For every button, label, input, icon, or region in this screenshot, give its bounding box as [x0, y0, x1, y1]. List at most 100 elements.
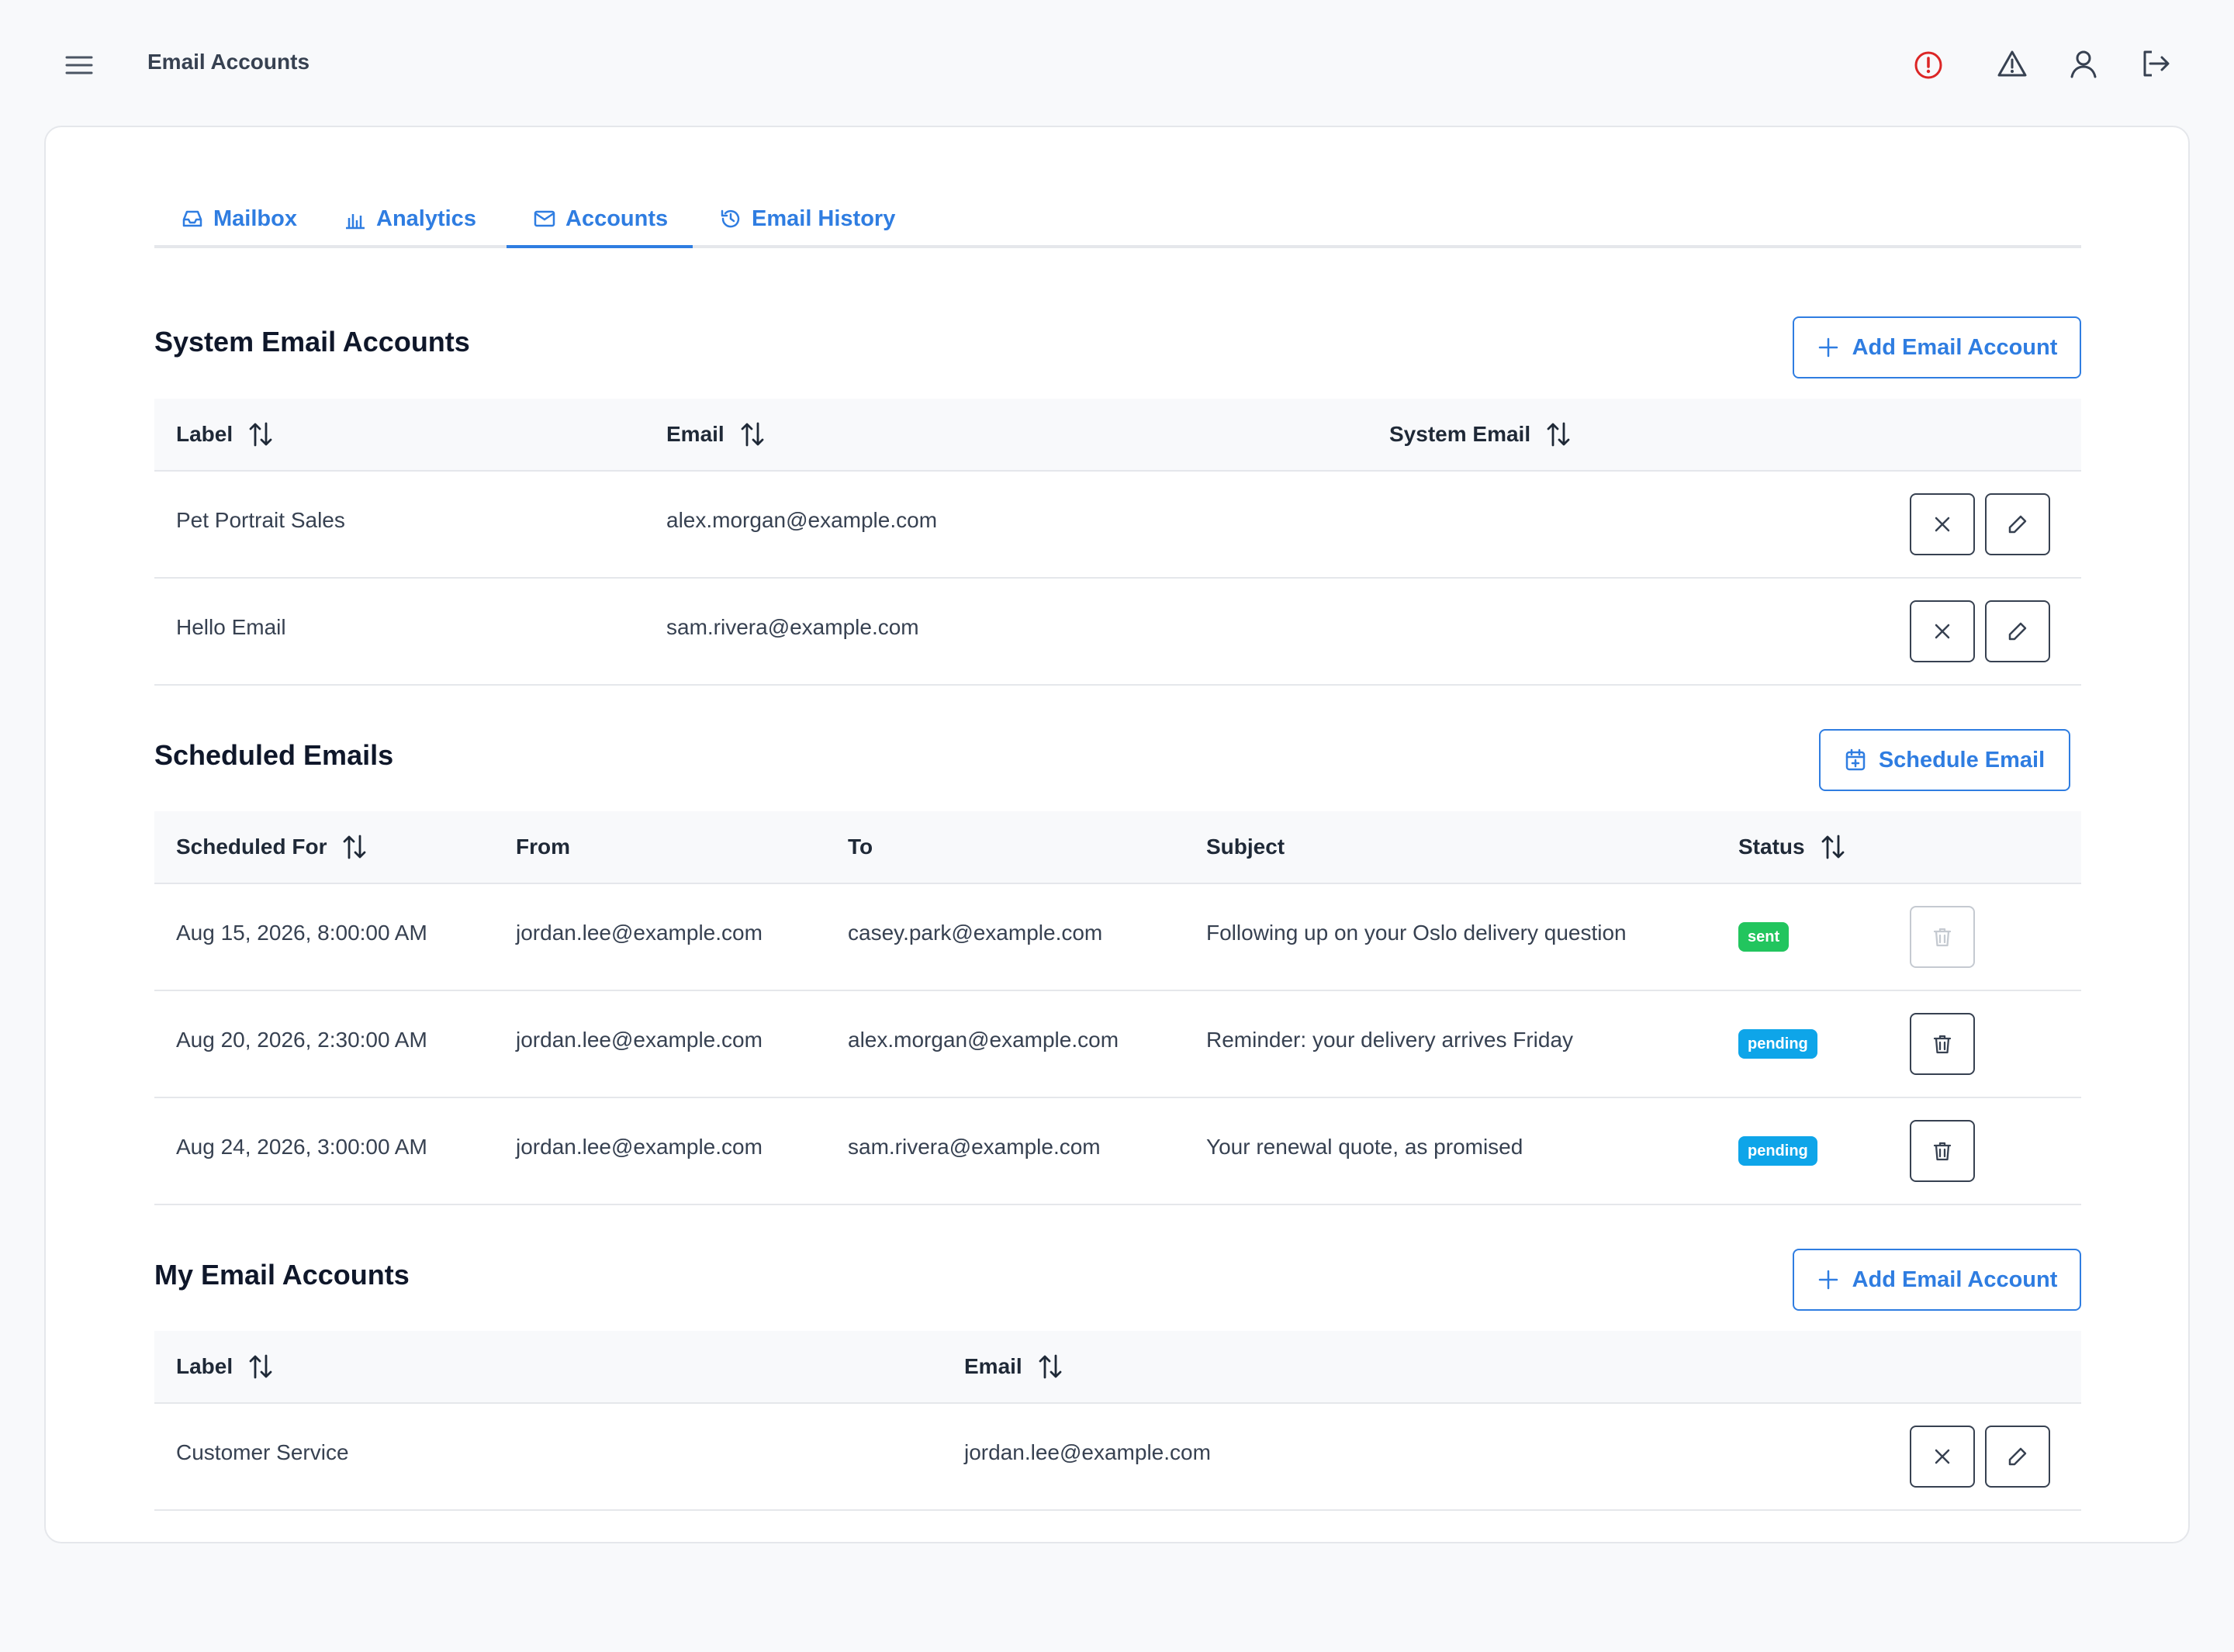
button-label: Add Email Account: [1852, 1267, 2058, 1292]
add-my-email-account-button[interactable]: Add Email Account: [1793, 1249, 2081, 1311]
close-icon: [1935, 624, 1950, 639]
top-bar: Email Accounts: [0, 0, 2234, 128]
column-header-status: Status: [1738, 811, 1845, 883]
my-accounts-table: Label Email Customer Service jordan.lee@…: [154, 1331, 2081, 1511]
cell-scheduled-for: Aug 15, 2026, 8:00:00 AM: [176, 921, 427, 945]
tab-mailbox[interactable]: Mailbox: [154, 192, 317, 245]
tab-label: Analytics: [376, 206, 476, 231]
cell-from: jordan.lee@example.com: [516, 1028, 763, 1052]
trash-icon: [1933, 1035, 1952, 1054]
cell-label: Customer Service: [176, 1440, 349, 1464]
table-row: Aug 15, 2026, 8:00:00 AM jordan.lee@exam…: [154, 884, 2081, 991]
cell-subject: Following up on your Oslo delivery quest…: [1206, 921, 1627, 945]
sort-icon[interactable]: [342, 834, 367, 860]
calendar-plus-icon: [1845, 748, 1866, 771]
tab-bar: Mailbox Analytics Accounts Email History: [154, 192, 2081, 248]
user-icon[interactable]: [2065, 45, 2102, 82]
tab-label: Email History: [752, 206, 896, 231]
button-label: Add Email Account: [1852, 334, 2058, 360]
edit-account-button[interactable]: [1985, 493, 2050, 555]
edit-account-button[interactable]: [1985, 1426, 2050, 1488]
system-accounts-table: Label Email System Email Pet Portrait Sa…: [154, 399, 2081, 686]
column-header-to: To: [848, 835, 873, 859]
cell-to: casey.park@example.com: [848, 921, 1103, 945]
logout-icon[interactable]: [2136, 45, 2173, 82]
pencil-icon: [2008, 1447, 2027, 1466]
delete-account-button[interactable]: [1910, 600, 1975, 662]
sort-icon[interactable]: [740, 421, 765, 448]
table-header: Label Email System Email: [154, 399, 2081, 472]
scheduled-emails-table: Scheduled For From To Subject Status Aug…: [154, 811, 2081, 1205]
cell-scheduled-for: Aug 20, 2026, 2:30:00 AM: [176, 1028, 427, 1052]
delete-scheduled-email-button[interactable]: [1910, 906, 1975, 968]
sort-icon[interactable]: [248, 1353, 273, 1380]
table-row: Aug 20, 2026, 2:30:00 AM jordan.lee@exam…: [154, 991, 2081, 1098]
status-badge: pending: [1738, 1136, 1817, 1166]
trash-icon: [1933, 928, 1952, 947]
cell-email: sam.rivera@example.com: [666, 615, 919, 639]
my-accounts-title: My Email Accounts: [154, 1259, 410, 1291]
column-header-subject: Subject: [1206, 835, 1285, 859]
column-header-email: Email: [666, 399, 765, 470]
table-header: Scheduled For From To Subject Status: [154, 811, 2081, 884]
cell-to: sam.rivera@example.com: [848, 1135, 1101, 1159]
sort-icon[interactable]: [1821, 834, 1845, 860]
delete-scheduled-email-button[interactable]: [1910, 1013, 1975, 1075]
cell-label: Pet Portrait Sales: [176, 508, 345, 532]
status-badge: pending: [1738, 1029, 1817, 1059]
sort-icon[interactable]: [1038, 1353, 1063, 1380]
table-row: Aug 24, 2026, 3:00:00 AM jordan.lee@exam…: [154, 1098, 2081, 1205]
tab-accounts[interactable]: Accounts: [507, 192, 693, 248]
bar-chart-icon: [346, 214, 365, 230]
button-label: Schedule Email: [1878, 747, 2046, 772]
plus-icon: [1818, 1270, 1838, 1290]
alert-circle-icon[interactable]: [1910, 47, 1947, 84]
table-row: Hello Email sam.rivera@example.com: [154, 579, 2081, 686]
table-row: Customer Service jordan.lee@example.com: [154, 1404, 2081, 1511]
edit-account-button[interactable]: [1985, 600, 2050, 662]
hamburger-menu-icon[interactable]: [62, 48, 96, 82]
tab-analytics[interactable]: Analytics: [317, 192, 507, 245]
cell-email: jordan.lee@example.com: [964, 1440, 1211, 1464]
pencil-icon: [2008, 515, 2027, 534]
column-header-label: Label: [176, 399, 273, 470]
add-system-email-account-button[interactable]: Add Email Account: [1793, 316, 2081, 378]
scheduled-emails-title: Scheduled Emails: [154, 739, 394, 771]
tab-email-history[interactable]: Email History: [693, 192, 925, 245]
cell-subject: Your renewal quote, as promised: [1206, 1135, 1523, 1159]
delete-account-button[interactable]: [1910, 1426, 1975, 1488]
column-header-from: From: [516, 835, 570, 859]
cell-scheduled-for: Aug 24, 2026, 3:00:00 AM: [176, 1135, 427, 1159]
close-icon: [1935, 517, 1950, 532]
warning-triangle-icon[interactable]: [1994, 45, 2031, 82]
system-accounts-title: System Email Accounts: [154, 326, 470, 358]
table-row: Pet Portrait Sales alex.morgan@example.c…: [154, 472, 2081, 579]
sort-icon[interactable]: [1546, 421, 1571, 448]
status-badge: sent: [1738, 922, 1790, 952]
cell-email: alex.morgan@example.com: [666, 508, 938, 532]
schedule-email-button[interactable]: Schedule Email: [1819, 729, 2070, 791]
column-header-scheduled-for: Scheduled For: [176, 811, 367, 883]
pencil-icon: [2008, 622, 2027, 641]
cell-from: jordan.lee@example.com: [516, 1135, 763, 1159]
tab-label: Accounts: [565, 206, 669, 231]
history-icon: [721, 209, 740, 228]
sort-icon[interactable]: [248, 421, 273, 448]
cell-to: alex.morgan@example.com: [848, 1028, 1119, 1052]
trash-icon: [1933, 1142, 1952, 1161]
delete-account-button[interactable]: [1910, 493, 1975, 555]
inbox-icon: [182, 210, 202, 227]
cell-label: Hello Email: [176, 615, 286, 639]
column-header-email: Email: [964, 1331, 1063, 1402]
cell-subject: Reminder: your delivery arrives Friday: [1206, 1028, 1574, 1052]
delete-scheduled-email-button[interactable]: [1910, 1120, 1975, 1182]
cell-from: jordan.lee@example.com: [516, 921, 763, 945]
tab-label: Mailbox: [213, 206, 297, 231]
envelope-icon: [534, 210, 555, 227]
column-header-system-email: System Email: [1389, 399, 1571, 470]
table-header: Label Email: [154, 1331, 2081, 1404]
main-card: Mailbox Analytics Accounts Email History…: [44, 126, 2190, 1543]
close-icon: [1935, 1449, 1950, 1464]
page-title: Email Accounts: [147, 50, 310, 74]
plus-icon: [1818, 337, 1838, 358]
